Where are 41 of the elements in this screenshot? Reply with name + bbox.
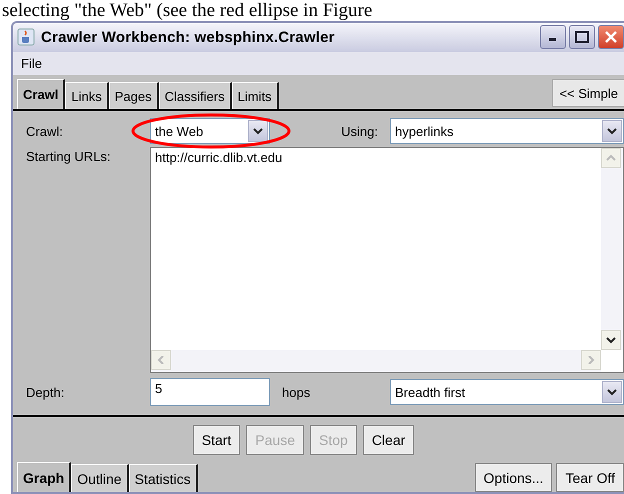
horizontal-scrollbar[interactable] <box>151 350 601 372</box>
chevron-left-icon <box>156 356 166 364</box>
maximize-button[interactable] <box>569 25 595 50</box>
tab[interactable]: Links <box>65 82 109 109</box>
order-dropdown[interactable]: Breadth first <box>390 379 624 405</box>
close-icon <box>604 30 618 44</box>
urls-text-area[interactable]: http://curric.dlib.vt.edu <box>150 147 624 373</box>
chevron-right-icon <box>586 356 596 364</box>
chevron-down-icon <box>607 388 617 396</box>
action-button[interactable]: Clear <box>362 425 414 455</box>
tab[interactable]: Limits <box>232 82 279 109</box>
tab[interactable]: Classifiers <box>158 82 232 109</box>
view-tab[interactable]: Graph <box>17 462 72 492</box>
window-title: Crawler Workbench: websphinx.Crawler <box>41 28 335 46</box>
view-tab[interactable]: Outline <box>71 464 129 492</box>
coffee-cup-icon <box>17 28 35 46</box>
toolbar-button[interactable]: Tear Off <box>556 463 624 492</box>
crawl-dropdown[interactable]: the Web <box>150 118 270 144</box>
action-button[interactable]: Start <box>192 425 240 455</box>
caption-text: selecting "the Web" (see the red ellipse in Figure <box>1 0 374 21</box>
simple-mode-button[interactable]: << Simple <box>552 79 624 107</box>
unit-label: hops <box>281 384 312 400</box>
field-label: Depth: <box>26 384 66 400</box>
minimize-button[interactable] <box>540 25 566 50</box>
close-button[interactable] <box>598 25 624 50</box>
field-label: Crawl: <box>26 124 64 138</box>
field-label: Using: <box>341 124 379 138</box>
tab[interactable]: Crawl <box>17 79 66 109</box>
view-tab[interactable]: Statistics <box>128 464 198 492</box>
vertical-scrollbar[interactable] <box>601 148 623 350</box>
depth-field[interactable]: 5 <box>150 378 270 406</box>
toolbar-button[interactable]: Options... <box>474 463 552 492</box>
menu-item[interactable]: File <box>21 56 42 71</box>
chevron-down-icon <box>606 336 616 344</box>
tab[interactable]: Pages <box>108 82 159 109</box>
maximize-icon <box>575 31 589 44</box>
chevron-down-icon <box>253 127 263 135</box>
chevron-down-icon <box>607 127 617 135</box>
field-label: Starting URLs: <box>26 148 112 164</box>
using-dropdown[interactable]: hyperlinks <box>390 118 624 144</box>
chevron-up-icon <box>606 154 616 162</box>
